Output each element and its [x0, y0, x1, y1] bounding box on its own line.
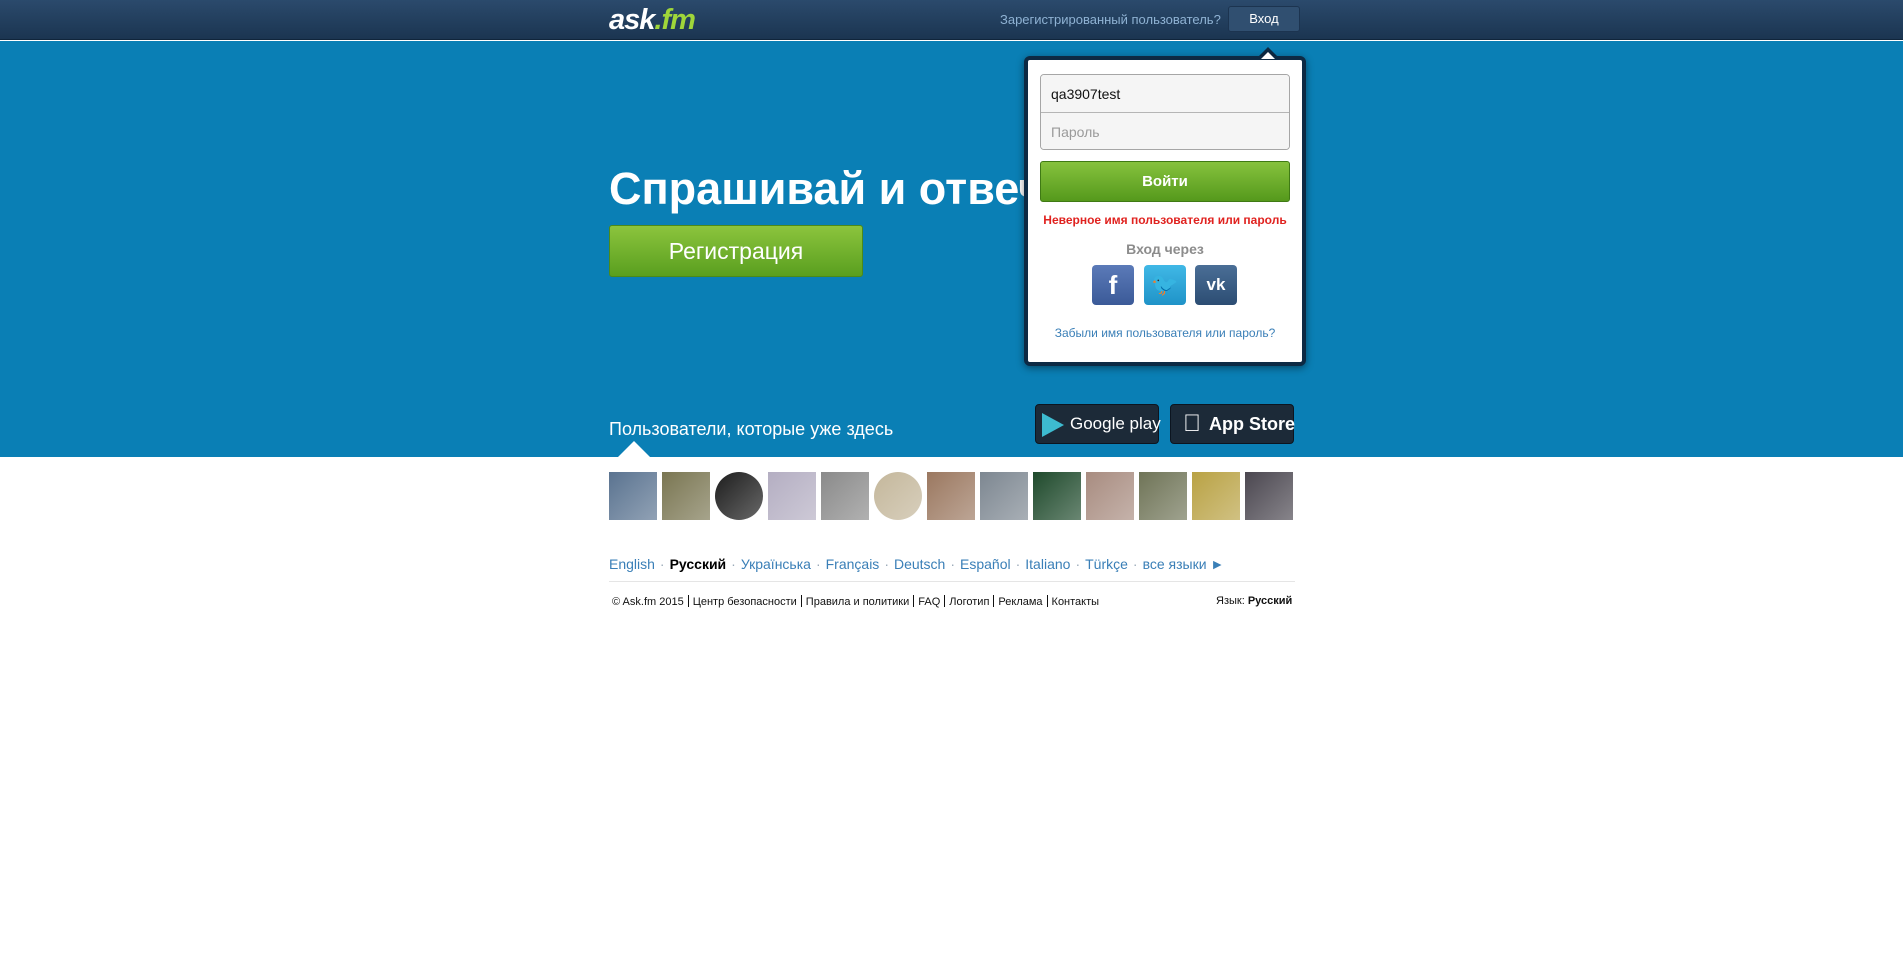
language-separator: · — [950, 556, 956, 572]
footer-links: © Ask.fm 2015 Центр безопасности Правила и… — [612, 595, 1099, 608]
user-avatar[interactable] — [1033, 472, 1081, 520]
google-play-button[interactable]: Google play — [1035, 404, 1161, 444]
logo-text-main: ask — [609, 4, 655, 36]
user-avatar[interactable] — [662, 472, 710, 520]
footer-separator — [1046, 595, 1048, 607]
forgot-credentials-link[interactable]: Забыли имя пользователя или пароль? — [1028, 326, 1302, 340]
language-link[interactable]: Türkçe — [1085, 556, 1128, 572]
footer-separator — [687, 595, 689, 607]
askfm-logo[interactable]: ask.fm — [609, 4, 696, 37]
logo-text-accent: .fm — [654, 4, 695, 36]
language-separator: · — [1015, 556, 1021, 572]
apple-icon:  — [1183, 405, 1201, 443]
footer-link[interactable]: Контакты — [1052, 596, 1100, 608]
language-separator: · — [1132, 556, 1138, 572]
language-link[interactable]: Español — [960, 556, 1011, 572]
language-link[interactable]: Українська — [741, 556, 811, 572]
vk-icon: vk — [1206, 275, 1226, 294]
popup-pointer-inner — [1261, 52, 1275, 59]
submit-login-button[interactable]: Войти — [1040, 161, 1290, 202]
language-link[interactable]: Français — [826, 556, 880, 572]
hero-section: Спрашивай и отвечай! Регистрация Пользов… — [0, 41, 1903, 457]
facebook-login-button[interactable]: f — [1092, 265, 1134, 305]
login-fields — [1040, 74, 1290, 150]
username-input[interactable] — [1041, 75, 1289, 112]
footer-link[interactable]: Правила и политики — [806, 596, 909, 608]
user-avatar[interactable] — [768, 472, 816, 520]
user-avatars-strip — [609, 472, 1295, 520]
user-avatar[interactable] — [1086, 472, 1134, 520]
user-avatar[interactable] — [609, 472, 657, 520]
signup-button[interactable]: Регистрация — [609, 225, 863, 277]
language-separator: · — [731, 556, 736, 572]
language-link[interactable]: все языки ► — [1143, 556, 1225, 572]
google-play-label: Google play — [1070, 414, 1161, 433]
app-store-button[interactable]:  App Store — [1170, 404, 1296, 444]
twitter-icon: 🐦 — [1151, 272, 1179, 297]
footer-language-label: Язык: — [1216, 595, 1245, 607]
vk-login-button[interactable]: vk — [1195, 265, 1237, 305]
footer-divider — [609, 581, 1295, 582]
app-store-label: App Store — [1209, 414, 1296, 434]
user-avatar[interactable] — [980, 472, 1028, 520]
language-separator: · — [659, 556, 665, 572]
language-separator: · — [884, 556, 889, 572]
user-avatar[interactable] — [927, 472, 975, 520]
language-link[interactable]: Deutsch — [894, 556, 945, 572]
footer-separator — [913, 595, 915, 607]
facebook-icon: f — [1108, 270, 1118, 300]
user-avatar[interactable] — [1139, 472, 1187, 520]
footer-language-value[interactable]: Русский — [1248, 595, 1292, 607]
users-here-heading: Пользователи, которые уже здесь — [609, 419, 894, 439]
pointer-arrow — [618, 441, 650, 457]
login-error-message: Неверное имя пользователя или пароль — [1043, 213, 1287, 227]
google-play-icon — [1042, 413, 1064, 437]
user-avatar[interactable] — [874, 472, 922, 520]
login-via-label: Вход через — [1126, 241, 1204, 257]
footer-separator — [944, 595, 946, 607]
top-navigation-bar: ask.fm Зарегистрированный пользователь? … — [0, 0, 1903, 40]
footer-link[interactable]: FAQ — [918, 596, 940, 608]
footer-separator — [800, 595, 802, 607]
user-avatar[interactable] — [821, 472, 869, 520]
copyright-text: © Ask.fm 2015 — [612, 596, 684, 608]
twitter-login-button[interactable]: 🐦 — [1144, 265, 1186, 305]
login-popup: Войти Неверное имя пользователя или паро… — [1024, 56, 1306, 366]
footer-language: Язык: Русский — [1216, 595, 1292, 607]
user-avatar[interactable] — [1192, 472, 1240, 520]
registered-user-question: Зарегистрированный пользователь? — [1000, 12, 1221, 27]
user-avatar[interactable] — [1245, 472, 1293, 520]
language-link[interactable]: Русский — [670, 556, 727, 572]
language-link[interactable]: English — [609, 556, 655, 572]
footer-separator — [993, 595, 995, 607]
footer-link[interactable]: Центр безопасности — [693, 596, 797, 608]
language-selector: English · Русский · Українська · Français · Deut… — [609, 556, 1224, 572]
footer-link[interactable]: Реклама — [998, 596, 1042, 608]
password-input[interactable] — [1041, 112, 1289, 149]
user-avatar[interactable] — [715, 472, 763, 520]
footer-link[interactable]: Логотип — [949, 596, 989, 608]
language-separator: · — [815, 556, 821, 572]
language-link[interactable]: Italiano — [1025, 556, 1070, 572]
language-separator: · — [1075, 556, 1081, 572]
login-button[interactable]: Вход — [1228, 6, 1300, 32]
